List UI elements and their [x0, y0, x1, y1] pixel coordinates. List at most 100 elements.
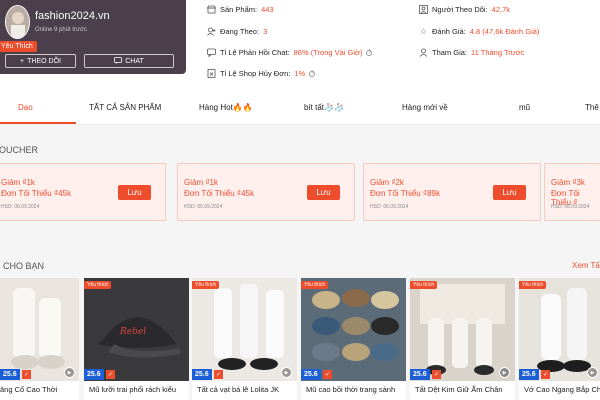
- product-image: Rebel: [84, 278, 189, 381]
- play-icon[interactable]: ▶: [499, 367, 510, 378]
- save-voucher-button[interactable]: Lưu: [493, 185, 526, 200]
- product-name: Tất Dệt Kim Giữ Ấm Chân: [415, 385, 503, 394]
- chat-button[interactable]: CHAT: [84, 54, 174, 68]
- product-image: [410, 278, 515, 381]
- play-icon[interactable]: ▶: [281, 367, 292, 378]
- sale-badge: 25.6: [410, 369, 430, 380]
- play-icon[interactable]: ▶: [587, 367, 598, 378]
- save-voucher-button[interactable]: Lưu: [307, 185, 340, 200]
- help-icon[interactable]: ?: [366, 49, 373, 56]
- tab-hats[interactable]: mũ: [519, 103, 530, 112]
- followers-icon: [419, 5, 428, 14]
- stat-rating: ☆ Đánh Giá: 4.8 (47,6k Đánh Giá): [419, 27, 540, 36]
- stat-cancel-rate: Tỉ Lệ Shop Hủy Đơn: 1% ?: [207, 69, 316, 78]
- person-icon: [419, 48, 428, 57]
- product-image: [519, 278, 600, 381]
- product-name: Mũ lưỡi trai phối rách kiểu: [89, 385, 177, 394]
- favorite-shop-badge: Yêu Thích: [0, 41, 37, 52]
- product-name: Mũ cao bồi thời trang sành: [306, 385, 396, 394]
- favorite-badge: Yêu thích: [192, 281, 220, 289]
- voucher-discount: Giảm ₫3k: [551, 178, 585, 187]
- voucher-card: Giảm ₫2k Đơn Tối Thiểu ₫89k HSD: 06.09.2…: [363, 163, 541, 221]
- product-name: ăng Cổ Cao Thời: [0, 385, 58, 394]
- voucher-section-title: OUCHER: [0, 145, 39, 155]
- help-icon[interactable]: ?: [309, 70, 316, 77]
- shop-header: Yêu Thích fashion2024.vn Online 9 phút t…: [0, 0, 600, 92]
- shop-card: Yêu Thích fashion2024.vn Online 9 phút t…: [0, 0, 186, 74]
- save-voucher-button[interactable]: Lưu: [118, 185, 151, 200]
- active-tab-indicator: [0, 122, 76, 124]
- sale-badge: 25.6: [192, 369, 212, 380]
- product-card[interactable]: Rebel Yêu thích 25.6 ✓ Mũ lưỡi trai phối…: [84, 278, 189, 400]
- store-icon: [207, 5, 216, 14]
- shop-online-status: Online 9 phút trước: [35, 27, 87, 33]
- tab-new-arrivals[interactable]: Hàng mới về: [402, 103, 448, 112]
- products-section-title: CHO BẠN: [3, 261, 45, 271]
- stat-chat-response: Tỉ Lệ Phản Hồi Chat: 86% (Trong Vài Giờ)…: [207, 48, 373, 57]
- svg-text:Rebel: Rebel: [119, 327, 146, 337]
- check-icon: ✓: [22, 370, 31, 379]
- user-add-icon: [207, 27, 216, 36]
- voucher-expiry: HSD: 06.09.2024: [1, 204, 40, 210]
- stat-chat-response-value: 86% (Trong Vài Giờ): [293, 48, 363, 57]
- product-card[interactable]: 25.6 ✓ ▶ ăng Cổ Cao Thời: [0, 278, 79, 400]
- check-icon: ✓: [323, 370, 332, 379]
- stat-products: Sản Phẩm: 443: [207, 5, 274, 14]
- see-all-link[interactable]: Xem Tấ: [572, 261, 600, 270]
- voucher-discount: Giảm ₫1k: [1, 178, 35, 187]
- stat-products-value: 443: [261, 5, 274, 14]
- stat-followers-value: 42,7k: [491, 5, 511, 14]
- shop-nav-tabs: Dạo TẤT CẢ SẢN PHẨM Hàng Hot🔥🔥 bít tất🧦🧦…: [0, 92, 600, 125]
- favorite-badge: Yêu thích: [301, 281, 329, 289]
- stat-joined-value: 11 Tháng Trước: [471, 48, 525, 57]
- sale-badge: 25.6: [301, 369, 321, 380]
- stat-cancel-rate-label: Tỉ Lệ Shop Hủy Đơn:: [220, 69, 291, 78]
- follow-button[interactable]: + THEO DÕI: [5, 54, 76, 68]
- sale-badge: 25.6: [0, 369, 20, 380]
- stat-chat-response-label: Tỉ Lệ Phản Hồi Chat:: [220, 48, 290, 57]
- chat-bubble-icon: [114, 56, 123, 66]
- play-icon[interactable]: ▶: [64, 367, 75, 378]
- check-icon: ✓: [214, 370, 223, 379]
- stat-following-value: 3: [263, 27, 268, 36]
- tab-more[interactable]: Thê: [585, 103, 599, 112]
- product-card[interactable]: Yêu thích 25.6 ✓ ▶ Tất Dệt Kim Giữ Ấm Ch…: [410, 278, 515, 400]
- product-card[interactable]: Yêu thích 25.6 ✓ Mũ cao bồi thời trang s…: [301, 278, 406, 400]
- stat-joined-label: Tham Gia:: [432, 48, 468, 57]
- voucher-card: Giảm ₫1k Đơn Tối Thiểu ₫45k HSD: 06.09.2…: [0, 163, 166, 221]
- tab-all-products[interactable]: TẤT CẢ SẢN PHẨM: [89, 103, 161, 112]
- chat-label: CHAT: [125, 57, 144, 65]
- product-name: Vớ Cao Ngang Bắp Chân: [524, 385, 600, 394]
- star-icon: ☆: [419, 27, 428, 36]
- shop-avatar[interactable]: [5, 5, 30, 39]
- product-card[interactable]: Yêu thích 25.6 ✓ ▶ Tất cả vạt bá lê Loli…: [192, 278, 297, 400]
- shop-name: fashion2024.vn: [35, 10, 110, 22]
- stat-products-label: Sản Phẩm:: [220, 5, 258, 14]
- stat-followers-label: Người Theo Dõi:: [432, 5, 488, 14]
- stat-joined: Tham Gia: 11 Tháng Trước: [419, 48, 524, 57]
- tab-socks[interactable]: bít tất🧦🧦: [304, 103, 344, 112]
- stat-followers: Người Theo Dõi: 42,7k: [419, 5, 510, 14]
- product-card[interactable]: Yêu thích 25.6 ✓ ▶ Vớ Cao Ngang Bắp Chân: [519, 278, 600, 400]
- voucher-card: Giảm ₫3k Đơn Tối Thiểu ₫ HSD: 06.09.2024: [544, 163, 600, 221]
- voucher-discount: Giảm ₫2k: [370, 178, 404, 187]
- stat-rating-label: Đánh Giá:: [432, 27, 466, 36]
- product-image: [0, 278, 79, 381]
- sale-badge: 25.6: [84, 369, 104, 380]
- voucher-min-order: Đơn Tối Thiểu ₫45k: [1, 189, 71, 198]
- voucher-card: Giảm ₫1k Đơn Tối Thiểu ₫45k HSD: 06.09.2…: [177, 163, 355, 221]
- voucher-expiry: HSD: 06.09.2024: [551, 204, 590, 210]
- product-name: Tất cả vạt bá lê Lolita JK: [197, 385, 280, 394]
- tab-hot-items[interactable]: Hàng Hot🔥🔥: [199, 103, 253, 112]
- check-icon: ✓: [541, 370, 550, 379]
- product-image: [301, 278, 406, 381]
- voucher-expiry: HSD: 06.09.2024: [184, 204, 223, 210]
- favorite-badge: Yêu thích: [84, 281, 112, 289]
- voucher-expiry: HSD: 06.09.2024: [370, 204, 409, 210]
- tab-home[interactable]: Dạo: [18, 103, 33, 112]
- voucher-min-order: Đơn Tối Thiểu ₫45k: [184, 189, 254, 198]
- follow-label: THEO DÕI: [27, 57, 61, 65]
- stat-cancel-rate-value: 1%: [294, 69, 306, 78]
- product-image: [192, 278, 297, 381]
- chat-icon: [207, 48, 216, 57]
